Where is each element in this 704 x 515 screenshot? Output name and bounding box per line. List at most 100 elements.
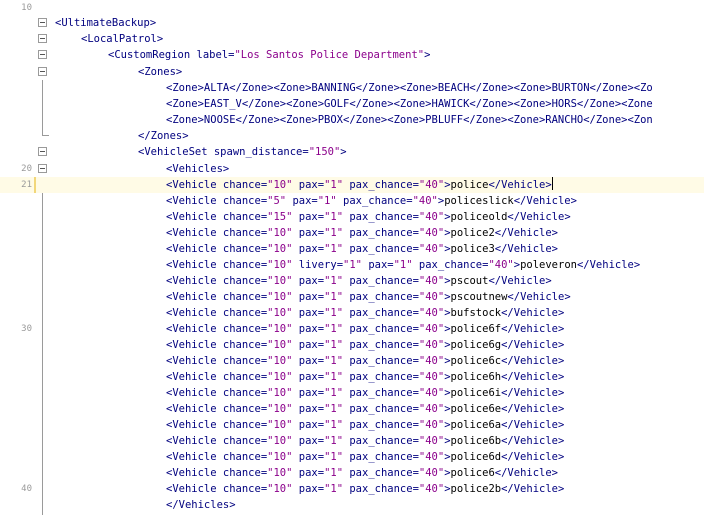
pax-value: "1": [324, 323, 344, 335]
code-editor[interactable]: 10 <UltimateBackup> <LocalPatrol> <Custo…: [0, 0, 704, 515]
xml-text: <Zone>NOOSE</Zone><Zone>PBOX</Zone><Zone…: [166, 114, 653, 126]
vehicle-element: <Vehicle chance="10" pax="1" pax_chance=…: [166, 353, 564, 369]
code-line[interactable]: </Zones>: [0, 128, 704, 144]
vehicle-line[interactable]: <Vehicle chance="10" pax="1" pax_chance=…: [0, 225, 704, 241]
vehicle-model-name: police6d: [450, 451, 502, 463]
vehicle-line[interactable]: <Vehicle chance="10" pax="1" pax_chance=…: [0, 273, 704, 289]
xml-attribute: pax_chance=: [343, 179, 419, 191]
fold-toggle-icon[interactable]: [38, 18, 47, 27]
fold-toggle-icon[interactable]: [38, 67, 47, 76]
pax-value: "1": [324, 419, 344, 431]
xml-attribute: pax_chance=: [343, 371, 419, 383]
vehicle-element: <Vehicle chance="10" pax="1" pax_chance=…: [166, 273, 552, 289]
xml-element: <CustomRegion label="Los Santos Police D…: [108, 47, 430, 63]
xml-attribute: pax=: [292, 403, 325, 415]
pax-chance-value: "40": [412, 195, 438, 207]
chance-value: "10": [267, 435, 293, 447]
code-line[interactable]: <Zones>: [0, 64, 704, 80]
pax-chance-value: "40": [418, 403, 445, 415]
xml-attribute: pax_chance=: [343, 355, 419, 367]
xml-tag: <Vehicle chance=: [166, 339, 268, 351]
vehicle-line[interactable]: <Vehicle chance="10" pax="1" pax_chance=…: [0, 449, 704, 465]
vehicle-line[interactable]: <Vehicle chance="10" pax="1" pax_chance=…: [0, 305, 704, 321]
xml-attribute: pax=: [286, 195, 318, 207]
vehicle-element: <Vehicle chance="10" pax="1" pax_chance=…: [166, 433, 564, 449]
xml-tag: </Vehicle>: [494, 467, 558, 479]
xml-attribute: pax_chance=: [412, 259, 489, 271]
pax-chance-value: "40": [418, 179, 445, 191]
pax-chance-value: "40": [418, 371, 445, 383]
xml-attribute: pax=: [292, 451, 325, 463]
xml-tag: </Vehicle>: [501, 403, 565, 415]
vehicle-line[interactable]: <Vehicle chance="10" pax="1" pax_chance=…: [0, 385, 704, 401]
xml-tag: <Vehicle chance=: [166, 435, 268, 447]
xml-attribute: pax=: [292, 275, 325, 287]
vehicle-line[interactable]: <Vehicle chance="10" pax="1" pax_chance=…: [0, 465, 704, 481]
vehicle-model-name: poleveron: [520, 259, 577, 271]
code-line[interactable]: <Zone>NOOSE</Zone><Zone>PBOX</Zone><Zone…: [0, 112, 704, 128]
chance-value: "10": [267, 355, 293, 367]
xml-attribute: pax=: [292, 307, 325, 319]
xml-tag: <Vehicle chance=: [166, 467, 268, 479]
xml-tag: </Vehicle>: [501, 435, 565, 447]
xml-attribute: pax_chance=: [343, 275, 419, 287]
vehicle-line[interactable]: <Vehicle chance="15" pax="1" pax_chance=…: [0, 209, 704, 225]
xml-attribute: pax_chance=: [343, 243, 419, 255]
code-line[interactable]: <LocalPatrol>: [0, 31, 704, 47]
code-line[interactable]: <CustomRegion label="Los Santos Police D…: [0, 47, 704, 63]
xml-tag: <Vehicle chance=: [166, 403, 268, 415]
code-line[interactable]: </Vehicles>: [0, 497, 704, 513]
line-number: 21: [21, 180, 32, 190]
vehicle-line[interactable]: <Vehicle chance="10" pax="1" pax_chance=…: [0, 177, 704, 193]
xml-attribute: pax_chance=: [343, 323, 419, 335]
vehicle-element: <Vehicle chance="15" pax="1" pax_chance=…: [166, 209, 571, 225]
fold-toggle-icon[interactable]: [38, 147, 47, 156]
vehicle-line[interactable]: <Vehicle chance="10" pax="1" pax_chance=…: [0, 417, 704, 433]
xml-tag: </Vehicle>: [513, 195, 577, 207]
pax-chance-value: "40": [418, 467, 445, 479]
fold-toggle-icon[interactable]: [38, 34, 47, 43]
xml-attribute: pax=: [292, 483, 325, 495]
xml-tag: </Vehicle>: [501, 339, 565, 351]
vehicle-element: <Vehicle chance="10" livery="1" pax="1" …: [166, 257, 640, 273]
vehicle-line[interactable]: <Vehicle chance="5" pax="1" pax_chance="…: [0, 193, 704, 209]
code-line[interactable]: <Zone>ALTA</Zone><Zone>BANNING</Zone><Zo…: [0, 80, 704, 96]
fold-toggle-icon[interactable]: [38, 50, 47, 59]
vehicle-model-name: pscoutnew: [450, 291, 508, 303]
xml-tag: </Vehicle>: [488, 179, 552, 191]
vehicle-model-name: police6a: [450, 419, 502, 431]
vehicle-line[interactable]: <Vehicle chance="10" pax="1" pax_chance=…: [0, 289, 704, 305]
vehicle-line[interactable]: <Vehicle chance="10" pax="1" pax_chance=…: [0, 337, 704, 353]
vehicle-line[interactable]: <Vehicle chance="10" pax="1" pax_chance=…: [0, 353, 704, 369]
xml-attribute: livery=: [292, 259, 344, 271]
code-line[interactable]: <UltimateBackup>: [0, 15, 704, 31]
xml-tag: </Vehicle>: [501, 451, 565, 463]
xml-tag: </Zones>: [138, 130, 189, 142]
xml-attribute: pax_chance=: [343, 211, 419, 223]
vehicle-line[interactable]: <Vehicle chance="10" pax="1" pax_chance=…: [0, 321, 704, 337]
line-number: 30: [21, 324, 32, 334]
xml-attribute: pax_chance=: [343, 227, 419, 239]
chance-value: "10": [267, 179, 293, 191]
fold-end-marker: [42, 128, 49, 136]
vehicle-model-name: policeslick: [444, 195, 514, 207]
chance-value: "10": [267, 275, 293, 287]
fold-toggle-icon[interactable]: [38, 164, 47, 173]
vehicle-element: <Vehicle chance="10" pax="1" pax_chance=…: [166, 321, 564, 337]
vehicle-element: <Vehicle chance="10" pax="1" pax_chance=…: [166, 385, 564, 401]
code-line[interactable]: <VehicleSet spawn_distance="150">: [0, 144, 704, 160]
vehicle-line[interactable]: <Vehicle chance="10" pax="1" pax_chance=…: [0, 401, 704, 417]
vehicle-line[interactable]: <Vehicle chance="10" pax="1" pax_chance=…: [0, 481, 704, 497]
vehicle-line[interactable]: <Vehicle chance="10" pax="1" pax_chance=…: [0, 369, 704, 385]
vehicle-line[interactable]: <Vehicle chance="10" pax="1" pax_chance=…: [0, 433, 704, 449]
vehicle-element: <Vehicle chance="10" pax="1" pax_chance=…: [166, 465, 558, 481]
pax-value: "1": [324, 435, 344, 447]
xml-tag: </Vehicle>: [501, 371, 565, 383]
xml-tag: <Vehicle chance=: [166, 275, 268, 287]
code-line[interactable]: 20 <Vehicles>: [0, 161, 704, 177]
vehicle-line[interactable]: <Vehicle chance="10" livery="1" pax="1" …: [0, 257, 704, 273]
code-line[interactable]: <Zone>EAST_V</Zone><Zone>GOLF</Zone><Zon…: [0, 96, 704, 112]
xml-attribute: pax_chance=: [343, 307, 419, 319]
code-line[interactable]: 10: [0, 0, 704, 16]
vehicle-line[interactable]: <Vehicle chance="10" pax="1" pax_chance=…: [0, 241, 704, 257]
